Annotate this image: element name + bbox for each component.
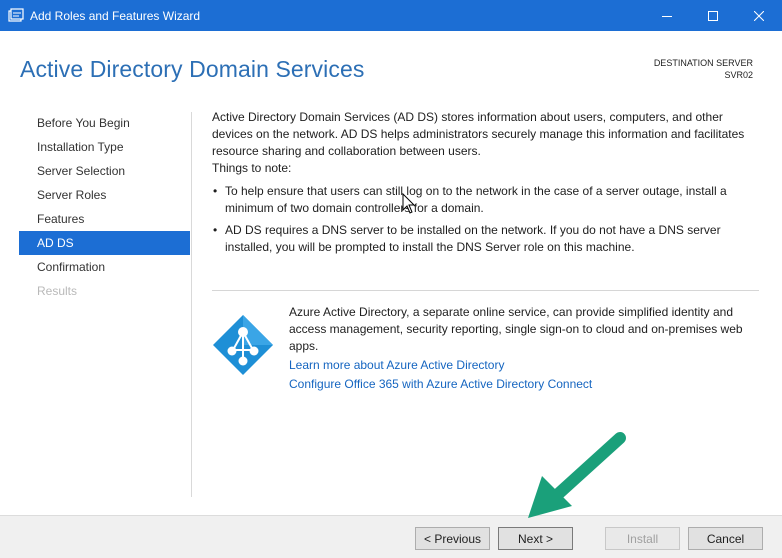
- destination-server-name: SVR02: [724, 70, 753, 80]
- title-bar: Add Roles and Features Wizard: [0, 0, 782, 31]
- nav-item-ad-ds[interactable]: AD DS: [19, 231, 190, 255]
- bullet-icon: •: [213, 184, 218, 198]
- main-content: Active Directory Domain Services (AD DS)…: [212, 109, 760, 261]
- nav-item-results: Results: [37, 284, 78, 298]
- nav-item-server-selection[interactable]: Server Selection: [19, 159, 190, 183]
- learn-more-azure-link[interactable]: Learn more about Azure Active Directory: [289, 357, 759, 374]
- nav-item-features[interactable]: Features: [19, 207, 190, 231]
- list-item: • To help ensure that users can still log…: [212, 183, 760, 217]
- nav-item-installation-type[interactable]: Installation Type: [19, 135, 190, 159]
- azure-ad-section: Azure Active Directory, a separate onlin…: [289, 304, 759, 393]
- note-text: AD DS requires a DNS server to be instal…: [225, 223, 721, 254]
- wizard-steps-nav: Before You Begin Installation Type Serve…: [19, 111, 190, 303]
- note-text: To help ensure that users can still log …: [225, 184, 727, 215]
- destination-server-label: DESTINATION SERVER: [653, 58, 753, 68]
- nav-item-server-roles[interactable]: Server Roles: [19, 183, 190, 207]
- page-title: Active Directory Domain Services: [20, 56, 365, 82]
- mouse-cursor-icon: [402, 193, 416, 214]
- notes-label: Things to note:: [212, 161, 292, 175]
- list-item: • AD DS requires a DNS server to be insta…: [212, 222, 760, 256]
- minimize-icon[interactable]: [644, 0, 690, 31]
- wizard-app-icon: [8, 7, 24, 22]
- azure-active-directory-icon: [213, 315, 273, 375]
- previous-button[interactable]: < Previous: [415, 527, 490, 550]
- nav-divider: [191, 112, 192, 497]
- configure-office365-link[interactable]: Configure Office 365 with Azure Active D…: [289, 376, 759, 393]
- section-divider: [212, 290, 759, 291]
- azure-description: Azure Active Directory, a separate onlin…: [289, 305, 743, 353]
- cancel-button[interactable]: Cancel: [688, 527, 763, 550]
- notes-list: • To help ensure that users can still log…: [212, 183, 760, 256]
- window-title: Add Roles and Features Wizard: [30, 8, 201, 23]
- install-button: Install: [605, 527, 680, 550]
- nav-item-before-you-begin[interactable]: Before You Begin: [19, 111, 190, 135]
- close-icon[interactable]: [736, 0, 782, 31]
- nav-item-confirmation[interactable]: Confirmation: [19, 255, 190, 279]
- intro-text: Active Directory Domain Services (AD DS)…: [212, 110, 745, 158]
- annotation-arrow-icon: [528, 432, 626, 518]
- maximize-icon[interactable]: [690, 0, 736, 31]
- bullet-icon: •: [213, 223, 218, 237]
- next-button[interactable]: Next >: [498, 527, 573, 550]
- destination-server-info: DESTINATION SERVER SVR02: [654, 57, 753, 81]
